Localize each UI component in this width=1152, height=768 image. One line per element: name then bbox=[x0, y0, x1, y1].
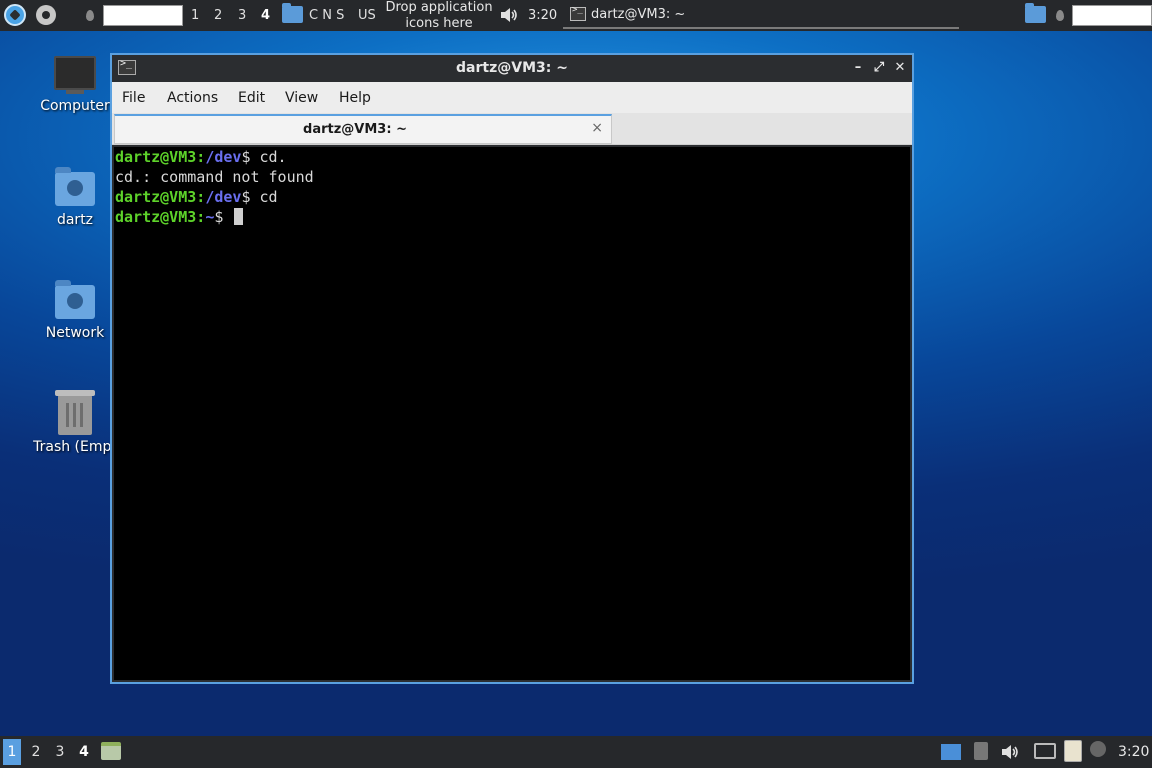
menu-edit[interactable]: Edit bbox=[238, 90, 265, 106]
terminal-window: dartz@VM3: ~ – ⤢ ✕ File Actions Edit Vie… bbox=[110, 53, 914, 684]
taskbar-terminal-label: dartz@VM3: ~ bbox=[591, 7, 686, 22]
bottom-workspace-4[interactable]: 4 bbox=[75, 744, 93, 766]
keyboard-language[interactable]: US bbox=[358, 8, 376, 23]
prompt-path: ~ bbox=[205, 208, 215, 226]
terminal-output[interactable]: dartz@VM3:/dev$ cd. cd.: command not fou… bbox=[114, 147, 910, 680]
workspace-1[interactable]: 1 bbox=[191, 8, 199, 23]
screen-icon[interactable] bbox=[941, 744, 961, 760]
menu-actions[interactable]: Actions bbox=[167, 90, 218, 106]
bottom-workspace-1[interactable]: 1 bbox=[3, 739, 21, 765]
prompt-colon: : bbox=[196, 208, 206, 226]
bottom-panel: 1 2 3 4 3:20 bbox=[0, 736, 1152, 768]
home-icon bbox=[67, 180, 83, 196]
panel-entry-left[interactable] bbox=[103, 5, 183, 26]
menu-view[interactable]: View bbox=[285, 90, 318, 106]
top-panel: 1 2 3 4 C N S US Drop application icons … bbox=[0, 0, 1152, 31]
maximize-button[interactable]: ⤢ bbox=[870, 59, 888, 77]
bottom-workspace-2[interactable]: 2 bbox=[27, 744, 45, 766]
network-folder-icon bbox=[55, 280, 95, 319]
menu-bar: File Actions Edit View Help bbox=[112, 82, 912, 113]
terminal-line: cd.: command not found bbox=[115, 168, 314, 186]
folder-icon[interactable] bbox=[282, 3, 303, 23]
prompt-path: /dev bbox=[205, 188, 242, 206]
window-title: dartz@VM3: ~ bbox=[456, 60, 568, 76]
launcher-drop-zone[interactable]: Drop application icons here bbox=[380, 0, 498, 32]
tab-close-icon[interactable]: × bbox=[591, 120, 603, 136]
trash-icon bbox=[55, 390, 95, 435]
prompt-symbol: $ bbox=[241, 188, 260, 206]
terminal-icon bbox=[570, 5, 586, 21]
settings-gear-icon[interactable] bbox=[36, 5, 56, 25]
network-icon[interactable] bbox=[1034, 743, 1056, 759]
window-titlebar[interactable]: dartz@VM3: ~ – ⤢ ✕ bbox=[112, 55, 912, 82]
command-text: cd. bbox=[259, 148, 287, 166]
prompt-user: dartz@VM3 bbox=[115, 148, 197, 166]
prompt-colon: : bbox=[196, 148, 206, 166]
close-button[interactable]: ✕ bbox=[891, 59, 909, 77]
prompt-symbol: $ bbox=[214, 208, 233, 226]
home-folder-icon bbox=[55, 167, 95, 206]
bottom-workspace-3[interactable]: 3 bbox=[51, 744, 69, 766]
menu-help[interactable]: Help bbox=[339, 90, 371, 106]
clipboard-icon[interactable] bbox=[1064, 740, 1082, 762]
updates-icon[interactable] bbox=[974, 742, 988, 760]
show-desktop-icon[interactable] bbox=[101, 742, 121, 760]
top-clock[interactable]: 3:20 bbox=[528, 8, 557, 23]
terminal-line: dartz@VM3:/dev$ cd. bbox=[115, 147, 910, 167]
folder-icon-right[interactable] bbox=[1025, 3, 1046, 23]
computer-icon bbox=[54, 56, 96, 94]
panel-entry-right[interactable] bbox=[1072, 5, 1152, 26]
drop-icon-right bbox=[1056, 10, 1064, 21]
volume-icon[interactable] bbox=[1000, 743, 1020, 761]
keyboard-layouts[interactable]: C N S bbox=[309, 8, 344, 23]
prompt-colon: : bbox=[196, 188, 206, 206]
menu-file[interactable]: File bbox=[122, 90, 145, 106]
text-cursor bbox=[234, 208, 244, 225]
prompt-user: dartz@VM3 bbox=[115, 188, 197, 206]
terminal-line: dartz@VM3:/dev$ cd bbox=[115, 187, 910, 207]
tab-label: dartz@VM3: ~ bbox=[303, 122, 407, 137]
bottom-clock[interactable]: 3:20 bbox=[1118, 744, 1149, 760]
tab-terminal[interactable]: dartz@VM3: ~ × bbox=[114, 114, 612, 144]
volume-icon[interactable] bbox=[499, 7, 519, 23]
prompt-path: /dev bbox=[205, 148, 242, 166]
workspace-2[interactable]: 2 bbox=[214, 8, 222, 23]
tab-bar: dartz@VM3: ~ × bbox=[112, 113, 912, 145]
taskbar-terminal-button[interactable]: dartz@VM3: ~ bbox=[563, 2, 959, 29]
minimize-button[interactable]: – bbox=[849, 59, 867, 77]
workspace-3[interactable]: 3 bbox=[238, 8, 246, 23]
notification-icon[interactable] bbox=[1090, 741, 1106, 757]
prompt-symbol: $ bbox=[241, 148, 260, 166]
command-text: cd bbox=[259, 188, 278, 206]
terminal-line: dartz@VM3:~$ bbox=[115, 207, 910, 227]
globe-icon bbox=[67, 293, 83, 309]
prompt-user: dartz@VM3 bbox=[115, 208, 197, 226]
drop-icon bbox=[86, 10, 94, 21]
workspace-4[interactable]: 4 bbox=[261, 8, 270, 23]
whisker-menu-icon[interactable] bbox=[4, 4, 26, 26]
